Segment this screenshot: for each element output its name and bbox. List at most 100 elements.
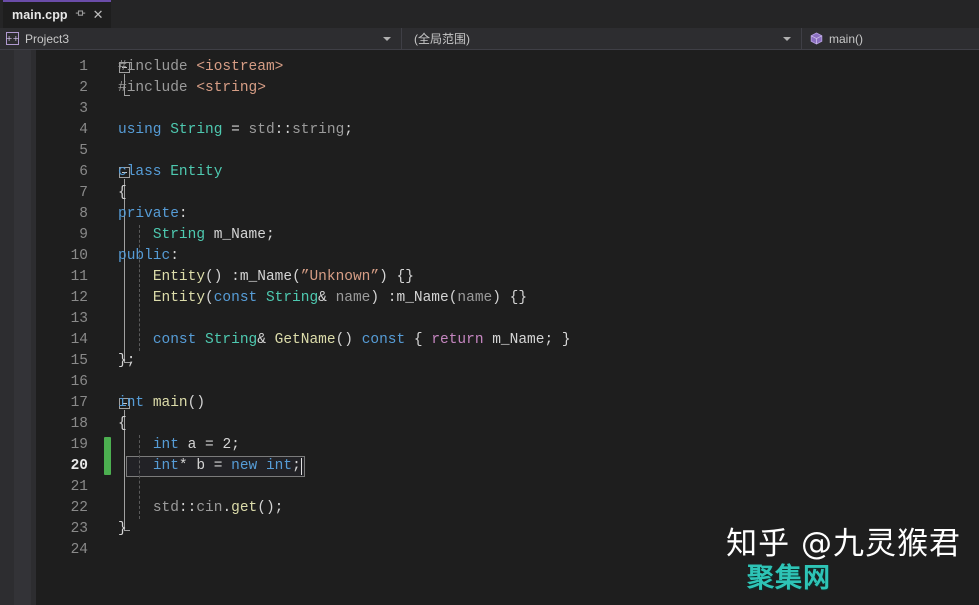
token: b bbox=[196, 458, 205, 474]
code-line-text: { bbox=[118, 414, 127, 435]
code-line[interactable] bbox=[0, 141, 979, 162]
tab-label: main.cpp bbox=[12, 8, 68, 22]
token: ( bbox=[205, 290, 214, 306]
token: = bbox=[205, 437, 214, 453]
token: } bbox=[518, 290, 527, 306]
token: ( bbox=[205, 269, 214, 285]
token: const bbox=[362, 332, 406, 348]
code-line-text: using String = std::string; bbox=[118, 120, 353, 141]
token: #include bbox=[118, 80, 188, 96]
member-label: main() bbox=[829, 32, 863, 46]
code-line-text: class Entity bbox=[118, 162, 222, 183]
token: } bbox=[405, 269, 414, 285]
token: a bbox=[188, 437, 197, 453]
code-line[interactable]: #include <iostream> bbox=[0, 57, 979, 78]
token: } bbox=[118, 521, 127, 537]
chevron-down-icon[interactable] bbox=[783, 37, 791, 41]
token: private bbox=[118, 206, 179, 222]
token: return bbox=[431, 332, 483, 348]
code-line[interactable] bbox=[0, 477, 979, 498]
code-line[interactable] bbox=[0, 99, 979, 120]
token: name bbox=[336, 290, 371, 306]
token: String bbox=[170, 122, 222, 138]
token: String bbox=[205, 332, 257, 348]
code-line[interactable]: Entity() :m_Name(”Unknown”) {} bbox=[0, 267, 979, 288]
token: int bbox=[153, 458, 179, 474]
code-line-text: } bbox=[118, 519, 127, 540]
code-line[interactable]: Entity(const String& name) :m_Name(name)… bbox=[0, 288, 979, 309]
token: : bbox=[388, 290, 397, 306]
token: public bbox=[118, 248, 170, 264]
code-line[interactable]: { bbox=[0, 183, 979, 204]
code-line[interactable]: }; bbox=[0, 351, 979, 372]
token: Entity bbox=[153, 290, 205, 306]
token: String bbox=[266, 290, 318, 306]
token: ; bbox=[292, 458, 301, 474]
token: <iostream> bbox=[196, 59, 283, 75]
code-line[interactable] bbox=[0, 309, 979, 330]
member-dropdown[interactable]: main() bbox=[802, 28, 979, 50]
token: ) bbox=[379, 269, 388, 285]
code-line-text: String m_Name; bbox=[118, 225, 275, 246]
code-line-text: }; bbox=[118, 351, 135, 372]
token: ) bbox=[266, 500, 275, 516]
token: = bbox=[231, 122, 240, 138]
token: get bbox=[231, 500, 257, 516]
tab-main-cpp[interactable]: main.cpp ✕ bbox=[3, 0, 111, 28]
code-line[interactable]: public: bbox=[0, 246, 979, 267]
token: ) bbox=[214, 269, 223, 285]
code-line-text: { bbox=[118, 183, 127, 204]
code-line-text: private: bbox=[118, 204, 188, 225]
code-line[interactable]: { bbox=[0, 414, 979, 435]
code-line[interactable]: const String& GetName() const { return m… bbox=[0, 330, 979, 351]
token: ; bbox=[231, 437, 240, 453]
token: & bbox=[318, 290, 327, 306]
code-editor[interactable]: 123456789101112131415161718192021222324 … bbox=[0, 50, 979, 605]
code-line-text: #include <iostream> bbox=[118, 57, 283, 78]
token: ; bbox=[127, 353, 136, 369]
code-line[interactable]: private: bbox=[0, 204, 979, 225]
token: * bbox=[179, 458, 188, 474]
code-line-text: #include <string> bbox=[118, 78, 266, 99]
chevron-down-icon[interactable] bbox=[383, 37, 391, 41]
code-line[interactable]: class Entity bbox=[0, 162, 979, 183]
project-dropdown[interactable]: ++ Project3 bbox=[0, 28, 402, 50]
token: ; bbox=[275, 500, 284, 516]
token: { bbox=[118, 185, 127, 201]
close-icon[interactable]: ✕ bbox=[93, 9, 104, 22]
pin-icon[interactable] bbox=[75, 8, 86, 21]
token: { bbox=[118, 416, 127, 432]
scope-dropdown[interactable]: (全局范围) bbox=[402, 28, 802, 50]
code-line[interactable]: std::cin.get(); bbox=[0, 498, 979, 519]
code-line-text: int a = 2; bbox=[118, 435, 240, 456]
tab-strip: main.cpp ✕ bbox=[0, 0, 979, 28]
code-line-text: public: bbox=[118, 246, 179, 267]
cube-icon-svg bbox=[810, 32, 823, 45]
token: m_Name bbox=[240, 269, 292, 285]
token: int bbox=[118, 395, 144, 411]
token: : bbox=[231, 269, 240, 285]
token: <string> bbox=[196, 80, 266, 96]
token: ; bbox=[344, 122, 353, 138]
token: m_Name bbox=[397, 290, 449, 306]
code-line-text: Entity() :m_Name(”Unknown”) {} bbox=[118, 267, 414, 288]
code-line[interactable]: String m_Name; bbox=[0, 225, 979, 246]
token: GetName bbox=[275, 332, 336, 348]
token: ( bbox=[336, 332, 345, 348]
code-line[interactable]: using String = std::string; bbox=[0, 120, 979, 141]
token: : bbox=[170, 248, 179, 264]
code-line-text: Entity(const String& name) :m_Name(name)… bbox=[118, 288, 527, 309]
token: std bbox=[153, 500, 179, 516]
code-line[interactable]: #include <string> bbox=[0, 78, 979, 99]
token: std bbox=[249, 122, 275, 138]
token: cin bbox=[196, 500, 222, 516]
code-line[interactable] bbox=[0, 372, 979, 393]
cpp-project-icon: ++ bbox=[6, 32, 19, 45]
code-line[interactable]: int* b = new int; bbox=[0, 456, 979, 477]
project-name-label: Project3 bbox=[25, 32, 69, 46]
code-line[interactable]: int main() bbox=[0, 393, 979, 414]
token: = bbox=[214, 458, 223, 474]
token: : bbox=[179, 206, 188, 222]
code-line-text: std::cin.get(); bbox=[118, 498, 283, 519]
code-line[interactable]: int a = 2; bbox=[0, 435, 979, 456]
